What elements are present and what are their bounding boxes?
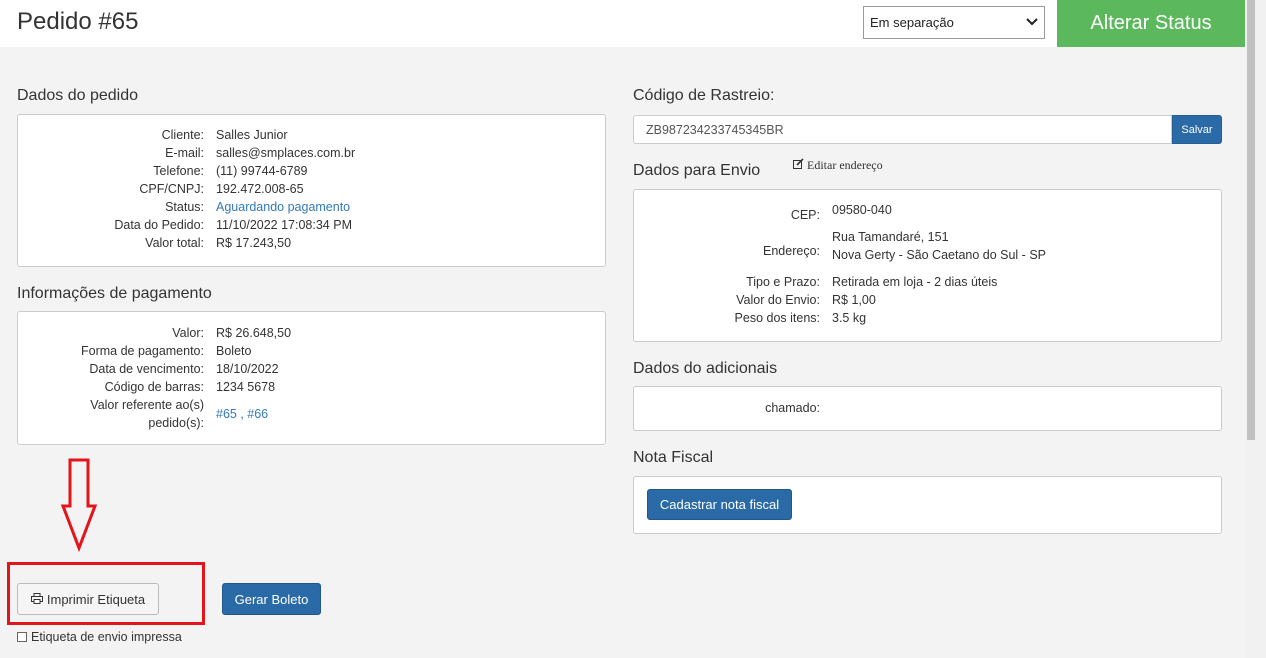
order-label-status: Status: [165,200,204,214]
shipping-value-type: Retirada em loja - 2 dias úteis [832,275,998,289]
shipping-label-cep: CEP: [790,208,820,222]
tracking-title: Código de Rastreio: [633,87,775,104]
scrollbar-thumb[interactable] [1247,0,1255,440]
printer-icon [30,592,43,607]
order-label-cpf: CPF/CNPJ: [139,182,204,196]
order-value-telefone: (11) 99744-6789 [216,164,308,178]
order-label-cliente: Cliente: [161,128,204,142]
tracking-code-value: ZB987234233745345BR [646,122,784,137]
order-label-telefone: Telefone: [153,164,204,178]
label-printed-text: Etiqueta de envio impressa [31,630,182,644]
payment-label-barras: Código de barras: [104,380,204,394]
order-value-email: salles@smplaces.com.br [216,146,356,160]
shipping-value-address-line1: Rua Tamandaré, 151 [832,230,949,244]
additional-title: Dados do adicionais [633,360,778,377]
payment-value-vencimento: 18/10/2022 [216,362,279,376]
label-printed-row: Etiqueta de envio impressa [17,630,182,644]
payment-value-barras: 1234 5678 [216,380,276,394]
status-select[interactable]: Em separação [863,6,1045,39]
order-value-cpf: 192.472.008-65 [216,182,304,196]
order-data-panel [17,114,606,267]
order-label-date: Data do Pedido: [114,218,204,232]
edit-address-link[interactable]: Editar endereço [793,158,883,173]
shipping-value-value: R$ 1,00 [832,293,876,307]
shipping-value-cep: 09580-040 [832,203,892,217]
payment-value-forma: Boleto [216,344,252,358]
order-status-link[interactable]: Aguardando pagamento [216,200,350,214]
generate-boleto-button[interactable]: Gerar Boleto [222,583,321,615]
payment-label-ref-line2: pedido(s): [148,416,204,430]
shipping-value-address-line2: Nova Gerty - São Caetano do Sul - SP [832,248,1046,262]
chevron-down-icon [1026,17,1038,29]
tracking-code-input[interactable]: ZB987234233745345BR [633,115,1172,144]
alter-status-button[interactable]: Alterar Status [1057,0,1245,47]
save-tracking-button[interactable]: Salvar [1172,115,1222,144]
down-arrow-annotation [60,458,98,552]
order-value-cliente: Salles Junior [216,128,288,142]
shipping-title: Dados para Envio [633,162,761,179]
payment-label-ref-line1: Valor referente ao(s) [90,398,204,412]
order-label-total: Valor total: [145,236,204,250]
additional-label-chamado: chamado: [765,401,820,415]
payment-value-valor: R$ 26.648,50 [216,326,292,340]
order-value-total: R$ 17.243,50 [216,236,292,250]
shipping-panel [633,189,1222,342]
print-label-button[interactable]: Imprimir Etiqueta [17,583,159,615]
scrollbar[interactable] [1246,0,1266,658]
invoice-title: Nota Fiscal [633,449,714,466]
payment-label-forma: Forma de pagamento: [81,344,204,358]
shipping-label-address: Endereço: [763,244,820,258]
order-data-title: Dados do pedido [17,87,138,104]
additional-panel [633,386,1222,431]
label-printed-checkbox[interactable] [17,632,27,642]
shipping-label-weight: Peso dos itens: [734,311,820,325]
edit-address-text: Editar endereço [807,158,883,172]
payment-label-valor: Valor: [172,326,204,340]
shipping-value-weight: 3.5 kg [832,311,867,325]
page-title: Pedido #65 [17,8,139,35]
register-invoice-button[interactable]: Cadastrar nota fiscal [647,489,792,520]
payment-info-title: Informações de pagamento [17,285,212,302]
print-label-text: Imprimir Etiqueta [46,591,146,607]
shipping-label-type: Tipo e Prazo: [746,275,820,289]
edit-icon [793,158,804,173]
shipping-label-value: Valor do Envio: [736,293,820,307]
order-label-email: E-mail: [165,146,204,160]
payment-ref-orders-link[interactable]: #65 , #66 [216,407,268,421]
order-value-date: 11/10/2022 17:08:34 PM [216,218,352,232]
payment-label-vencimento: Data de vencimento: [89,362,204,376]
status-select-value: Em separação [870,15,954,30]
